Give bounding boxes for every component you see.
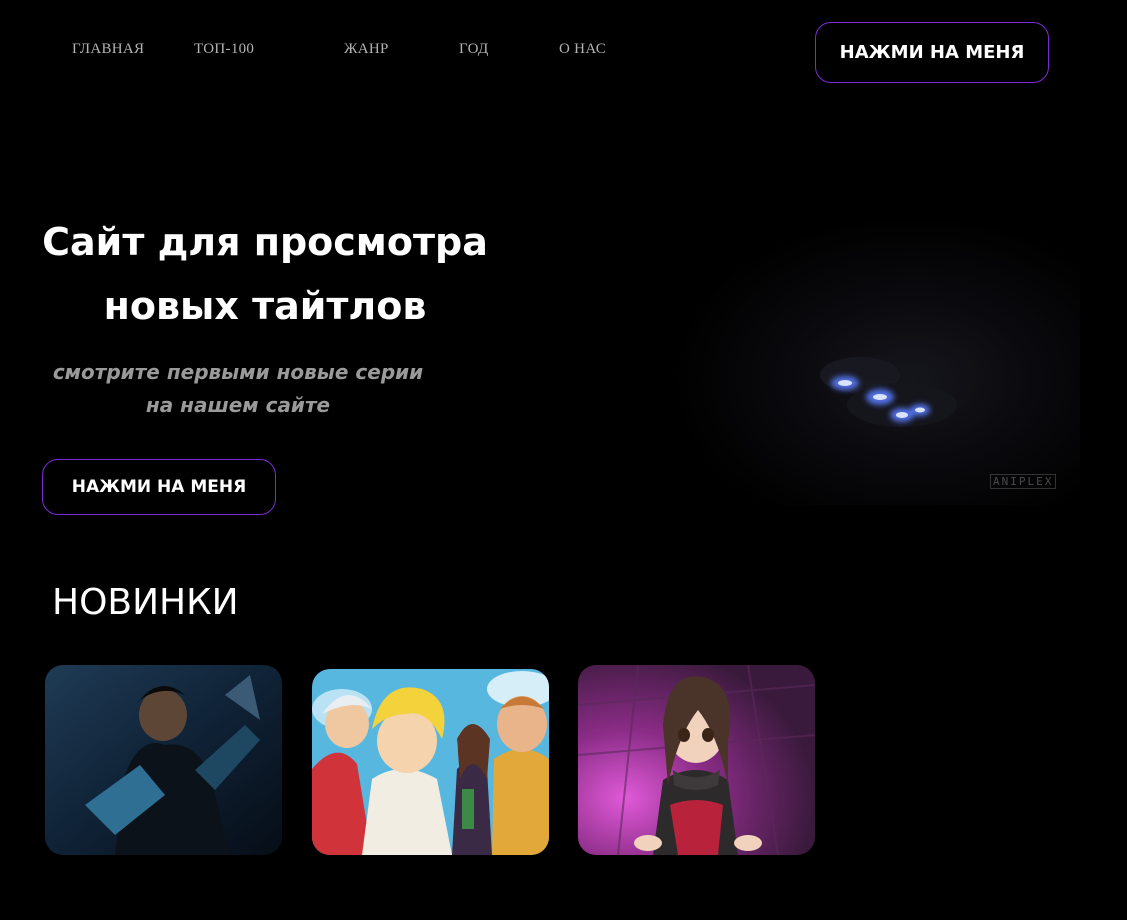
hero-subtitle-line2: на нашем сайте [145, 393, 331, 417]
anime-card-2[interactable] [312, 669, 549, 855]
nav-link-home[interactable]: ГЛАВНАЯ [72, 41, 144, 58]
hero-title: Сайт для просмотра новых тайтлов [20, 210, 510, 338]
colorful-group-heroes-icon [312, 669, 549, 855]
aniplex-watermark: ANIPLEX [990, 474, 1057, 489]
anime-card-1[interactable] [45, 665, 282, 855]
nav-link-about[interactable]: О НАС [559, 41, 606, 58]
new-releases-title: НОВИНКИ [52, 582, 239, 623]
hero-subtitle: смотрите первыми новые серии на нашем са… [20, 356, 456, 422]
hero-title-line1: Сайт для просмотра [42, 220, 488, 264]
hero-image [640, 205, 1080, 505]
hero-title-line2: новых тайтлов [103, 284, 427, 328]
nav-link-genre[interactable]: ЖАНР [344, 41, 389, 58]
nav-link-top100[interactable]: ТОП-100 [194, 41, 254, 58]
hero-cta-button[interactable]: НАЖМИ НА МЕНЯ [42, 459, 276, 515]
header-cta-button[interactable]: НАЖМИ НА МЕНЯ [815, 22, 1049, 83]
nav-link-year[interactable]: ГОД [459, 41, 489, 58]
dark-armored-warrior-icon [45, 665, 282, 855]
girl-in-purple-hall-icon [578, 665, 815, 855]
hero-subtitle-line1: смотрите первыми новые серии [52, 360, 424, 384]
anime-card-3[interactable] [578, 665, 815, 855]
